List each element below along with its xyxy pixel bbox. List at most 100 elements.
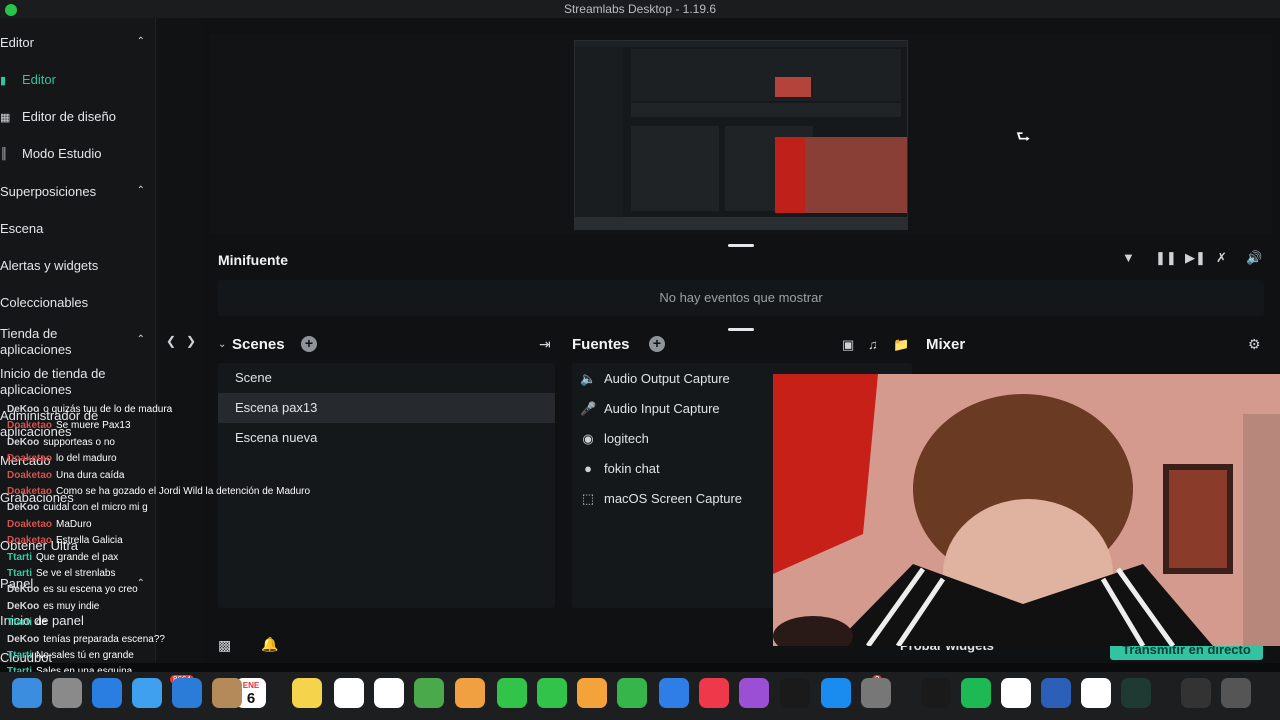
chat-text: de [36,617,48,629]
sidebar-item-alerts-widgets[interactable]: Alertas y widgets [0,258,98,273]
chat-message: Doaketao Se muere Pax13 [7,420,131,431]
sidebar-section-overlays[interactable]: Superposiciones [0,184,96,199]
globe-icon: ● [584,461,592,476]
chat-username: DeKoo [7,502,40,514]
launchpad-icon[interactable] [52,678,82,708]
preview-minifeed [631,103,901,117]
contacts-icon[interactable] [212,678,242,708]
chevron-up-icon[interactable]: ⌃ [137,185,145,196]
chat-message: DeKoo o quizás tuu de lo de madura [7,404,172,415]
chat-message: Ttarti Que grande el pax [7,552,118,563]
notes-icon[interactable] [292,678,322,708]
podcasts-icon[interactable] [739,678,769,708]
source-label: macOS Screen Capture [604,491,743,506]
messages-blue-icon[interactable] [132,678,162,708]
spotify-icon[interactable] [961,678,991,708]
chat-message: Doaketao Como se ha gozado el Jordi Wild … [7,486,310,497]
sidebar-section-app-store[interactable]: Tienda de aplicaciones [0,326,110,358]
source-item[interactable]: ⬚ macOS Screen Capture [580,491,742,507]
add-scene-button[interactable]: + [301,336,317,352]
chat-text: Una dura caída [56,469,125,481]
section-label: Editor [0,35,34,50]
chat-text: cuidal con el micro mi g [43,502,148,514]
mute-alerts-icon[interactable]: ✗ [1216,250,1227,266]
chat-text: MaDuro [56,518,92,530]
system-settings-icon[interactable] [861,678,891,708]
keynote-icon[interactable] [659,678,689,708]
chat-text: No sales tú en grande [36,650,134,661]
numbers-icon[interactable] [617,678,647,708]
source-item[interactable]: 🎤 Audio Input Capture [580,401,720,417]
window-close-button[interactable] [5,4,17,16]
chat-username: DeKoo [7,584,40,596]
word-icon[interactable] [1041,678,1071,708]
source-item[interactable]: ● fokin chat [580,461,660,476]
chat-text: Se muere Pax13 [56,420,131,432]
maps-icon[interactable] [414,678,444,708]
sidebar-item-scene[interactable]: Escena [0,221,43,236]
volume-icon[interactable]: 🔊 [1246,250,1262,266]
window-title: Streamlabs Desktop - 1.19.6 [563,2,717,16]
capcut-icon[interactable] [921,678,951,708]
sidebar-item-app-store-home[interactable]: Inicio de tienda de aplicaciones [0,366,130,398]
music-icon[interactable] [699,678,729,708]
finder-icon[interactable] [12,678,42,708]
sidebar-item-layout-editor[interactable]: Editor de diseño [22,109,116,124]
chevron-up-icon[interactable]: ⌃ [137,334,145,345]
screen-share-icon[interactable] [1181,678,1211,708]
chat-username: Doaketao [7,453,53,465]
chat-message: Doaketao Una dura caída [7,470,124,481]
streamlabs-icon[interactable] [1121,678,1151,708]
mail-icon[interactable] [172,678,202,708]
facetime-icon[interactable] [537,678,567,708]
chat-username: DeKoo [7,633,40,645]
filter-icon[interactable]: ▼ [1122,250,1135,265]
app-store-icon[interactable] [821,678,851,708]
source-item[interactable]: 🔈 Audio Output Capture [580,371,730,387]
chevron-right-icon[interactable]: ❯ [186,334,196,348]
chat-username: DeKoo [7,404,40,415]
preview-icon[interactable] [1081,678,1111,708]
scene-transition-icon[interactable]: ⇥ [539,336,551,353]
chevron-up-icon[interactable]: ⌃ [137,36,145,47]
source-label: fokin chat [604,461,660,476]
chrome-icon[interactable] [1001,678,1031,708]
resize-handle[interactable] [728,244,754,247]
preview-mini-cam [775,77,811,97]
sources-title: Fuentes [572,336,630,353]
sidebar-item-studio-mode[interactable]: Modo Estudio [22,146,102,161]
mouse-cursor-icon: ⮑ [1016,129,1031,146]
macos-dock: ENE 6 8664 3 [0,672,1280,720]
camera-icon: ◉ [582,431,594,446]
chat-message: Ttarti No sales tú en grande [7,650,134,661]
gear-icon[interactable]: ⚙ [1248,336,1261,353]
chat-text: supporteas o no [43,436,115,448]
source-layout-icon[interactable]: ▣ [842,337,854,353]
source-audio-icon[interactable]: ♫ [868,337,878,352]
source-label: logitech [604,431,649,446]
pages-icon[interactable] [577,678,607,708]
sidebar-item-editor[interactable]: Editor [22,72,56,87]
chat-message: Doaketao lo del maduro [7,453,117,464]
sidebar-section-editor[interactable]: Editor [0,35,34,50]
sidebar-item-collectibles[interactable]: Coleccionables [0,295,88,310]
reminders-icon[interactable] [374,678,404,708]
pause-icon[interactable]: ❚❚ [1155,250,1177,266]
trash-icon[interactable] [1221,678,1251,708]
chevron-left-icon[interactable]: ❮ [166,334,176,348]
chat-text: Que grande el pax [36,551,119,563]
stream-preview[interactable] [574,40,908,230]
add-folder-icon[interactable]: 📁 [893,337,909,353]
add-source-button[interactable]: + [649,336,665,352]
chevron-down-icon[interactable]: ⌄ [218,339,226,350]
tv-icon[interactable] [780,678,810,708]
messages-icon[interactable] [497,678,527,708]
resize-handle[interactable] [728,328,754,331]
source-item[interactable]: ◉ logitech [580,431,649,447]
preview-scenes [631,126,719,211]
scene-item[interactable]: Scene [218,363,555,393]
freeform-icon[interactable] [334,678,364,708]
photos-icon[interactable] [455,678,485,708]
skip-icon[interactable]: ▶❚ [1185,250,1206,266]
safari-icon[interactable] [92,678,122,708]
